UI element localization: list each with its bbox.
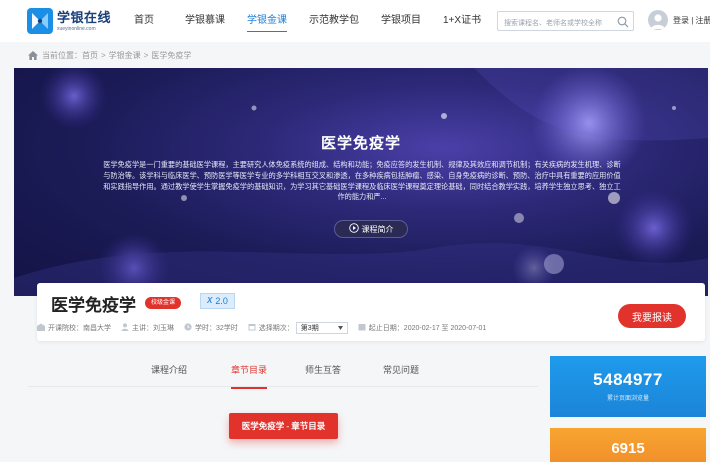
site-logo[interactable]: 学银在线 xueyinonline.com xyxy=(27,8,111,34)
course-level-badge: 校级金课 xyxy=(145,297,182,309)
tab-faq[interactable]: 常见问题 xyxy=(383,363,419,376)
main-nav: 首页 学银慕课 学银金课 示范教学包 学银项目 1+X证书 联盟机构 xyxy=(128,0,543,42)
logo-title: 学银在线 xyxy=(57,9,112,25)
nav-home[interactable]: 首页 xyxy=(134,0,154,42)
page-views-label: 累计页面浏览量 xyxy=(606,396,649,402)
calendar-icon xyxy=(248,323,256,333)
course-meta-row: 开课院校： 南昌大学 主讲： 刘玉琳 学时： 32学时 选择期次： 第3期 起止… xyxy=(37,322,496,334)
play-icon xyxy=(348,223,359,235)
course-title: 医学免疫学 xyxy=(51,296,136,315)
search-input[interactable] xyxy=(498,14,616,33)
hours-value: 32学时 xyxy=(216,325,238,332)
nav-mooc[interactable]: 学银慕课 xyxy=(185,0,225,42)
course-intro-button[interactable]: 课程简介 xyxy=(334,220,408,238)
nav-gold-courses[interactable]: 学银金课 xyxy=(247,0,287,42)
course-tabs: 课程介绍 章节目录 师生互答 常见问题 xyxy=(28,353,538,389)
tab-course-intro[interactable]: 课程介绍 xyxy=(151,363,187,376)
clock-icon xyxy=(184,323,192,333)
version-number: 2.0 xyxy=(215,296,228,306)
nav-teaching-packages[interactable]: 示范教学包 xyxy=(309,0,359,42)
user-area: 登录 | 注册 xyxy=(648,10,710,30)
search-box xyxy=(497,11,634,33)
date-range-icon xyxy=(358,323,366,333)
top-header: 学银在线 xueyinonline.com 首页 学银慕课 学银金课 示范教学包… xyxy=(0,0,710,42)
breadcrumb-prefix: 当前位置： xyxy=(42,50,82,60)
meta-hours: 学时： 32学时 xyxy=(184,323,238,333)
banner-title: 医学免疫学 xyxy=(320,135,401,152)
lecturer-icon xyxy=(121,323,129,333)
banner-description: 医学免疫学是一门重要的基础医学课程，主要研究人体免疫系统的组成、结构和功能；免疫… xyxy=(103,160,621,202)
dropdown-arrow-icon xyxy=(337,325,343,332)
avatar-icon[interactable] xyxy=(648,10,668,30)
session-label: 选择期次： xyxy=(258,325,294,332)
breadcrumb-gold-courses[interactable]: 学银金课 xyxy=(109,50,141,61)
breadcrumb-separator: > xyxy=(143,50,149,60)
breadcrumb-current: 医学免疫学 xyxy=(151,50,192,60)
chapter-catalog-button[interactable]: 医学免疫学 - 章节目录 xyxy=(229,413,338,439)
login-register-link[interactable]: 登录 | 注册 xyxy=(673,15,710,26)
page-views-stat: 5484977 累计页面浏览量 xyxy=(550,356,706,417)
home-icon xyxy=(28,50,38,60)
hours-label: 学时： xyxy=(195,325,216,332)
school-label: 开课院校： xyxy=(48,325,83,332)
tab-chapter-catalog[interactable]: 章节目录 xyxy=(231,363,268,389)
search-icon[interactable] xyxy=(617,15,629,33)
logo-text: 学银在线 xueyinonline.com xyxy=(57,11,111,32)
session-select[interactable]: 第3期 xyxy=(295,322,348,334)
breadcrumb: 当前位置： 首页 > 学银金课 > 医学免疫学 xyxy=(28,48,191,62)
meta-session: 选择期次： 第3期 xyxy=(248,322,348,334)
logo-mark-icon xyxy=(27,8,53,34)
school-icon xyxy=(37,323,45,333)
course-info-card: 医学免疫学 校级金课 X 2.0 开课院校： 南昌大学 主讲： 刘玉琳 学时： … xyxy=(37,283,705,341)
lecturer-value: 刘玉琳 xyxy=(153,325,174,332)
meta-dates: 起止日期：2020-02-17 至 2020-07-01 xyxy=(358,323,487,333)
session-value: 第3期 xyxy=(300,325,319,332)
logo-subtitle: xueyinonline.com xyxy=(57,25,96,32)
lecturer-label: 主讲： xyxy=(132,325,153,332)
school-value: 南昌大学 xyxy=(83,325,111,332)
version-badge: X 2.0 xyxy=(200,293,235,309)
secondary-stat: 6915 xyxy=(550,428,706,462)
dates-value: 起止日期：2020-02-17 至 2020-07-01 xyxy=(368,325,487,332)
enroll-button[interactable]: 我要报读 xyxy=(618,304,686,328)
meta-school: 开课院校： 南昌大学 xyxy=(37,323,111,333)
nav-certificates[interactable]: 1+X证书 xyxy=(443,0,481,42)
tab-qa[interactable]: 师生互答 xyxy=(305,363,341,376)
course-intro-label: 课程简介 xyxy=(361,224,394,234)
breadcrumb-home[interactable]: 首页 xyxy=(82,50,98,61)
page-views-count: 5484977 xyxy=(593,370,663,389)
version-x-icon: X xyxy=(207,296,213,305)
meta-lecturer: 主讲： 刘玉琳 xyxy=(121,323,174,333)
nav-projects[interactable]: 学银项目 xyxy=(381,0,421,42)
secondary-stat-count: 6915 xyxy=(611,440,645,457)
course-banner: 医学免疫学 医学免疫学是一门重要的基础医学课程，主要研究人体免疫系统的组成、结构… xyxy=(14,68,708,296)
breadcrumb-separator: > xyxy=(101,50,106,60)
